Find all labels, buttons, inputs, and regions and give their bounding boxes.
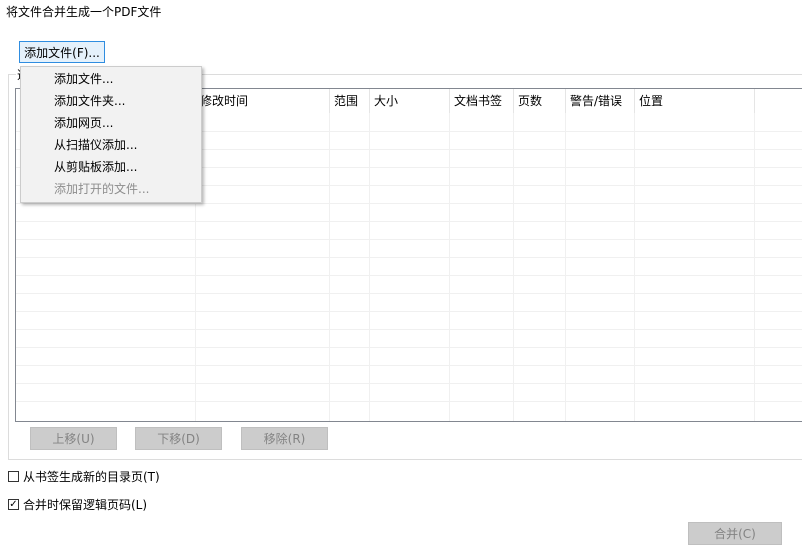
row-gridline	[16, 329, 802, 330]
row-gridline	[16, 365, 802, 366]
column-divider	[634, 113, 635, 421]
row-gridline	[16, 257, 802, 258]
column-divider	[565, 113, 566, 421]
row-gridline	[16, 275, 802, 276]
remove-button[interactable]: 移除(R)	[241, 427, 328, 450]
column-header-modified[interactable]: 修改时间	[196, 89, 330, 113]
menu-item-add-files[interactable]: 添加文件...	[54, 69, 113, 89]
row-gridline	[16, 311, 802, 312]
row-gridline	[16, 401, 802, 402]
checkmark-icon: ✓	[9, 498, 18, 510]
menu-item-add-open-files[interactable]: 添加打开的文件...	[54, 179, 149, 199]
generate-toc-option[interactable]: 从书签生成新的目录页(T)	[8, 468, 160, 485]
add-files-button[interactable]: 添加文件(F)...	[19, 41, 105, 63]
column-header-range[interactable]: 范围	[330, 89, 370, 113]
row-gridline	[16, 347, 802, 348]
add-files-dropdown-menu: 添加文件... 添加文件夹... 添加网页... 从扫描仪添加... 从剪贴板添…	[20, 66, 202, 203]
column-divider	[754, 113, 755, 421]
merge-button[interactable]: 合并(C)	[688, 522, 782, 545]
menu-item-add-folder[interactable]: 添加文件夹...	[54, 91, 125, 111]
generate-toc-checkbox[interactable]	[8, 471, 19, 482]
column-header-size[interactable]: 大小	[370, 89, 450, 113]
move-down-button[interactable]: 下移(D)	[135, 427, 222, 450]
row-gridline	[16, 221, 802, 222]
row-gridline	[16, 203, 802, 204]
menu-item-add-webpage[interactable]: 添加网页...	[54, 113, 113, 133]
column-divider	[329, 113, 330, 421]
row-gridline	[16, 383, 802, 384]
menu-item-add-from-scanner[interactable]: 从扫描仪添加...	[54, 135, 137, 155]
column-header-location[interactable]: 位置	[635, 89, 755, 113]
column-header-pages[interactable]: 页数	[514, 89, 566, 113]
column-divider	[513, 113, 514, 421]
row-gridline	[16, 293, 802, 294]
column-divider	[449, 113, 450, 421]
menu-item-add-from-clipboard[interactable]: 从剪贴板添加...	[54, 157, 137, 177]
column-header-warnings[interactable]: 警告/错误	[566, 89, 635, 113]
keep-page-labels-option[interactable]: ✓ 合并时保留逻辑页码(L)	[8, 496, 147, 513]
generate-toc-label: 从书签生成新的目录页(T)	[23, 470, 160, 484]
column-divider	[369, 113, 370, 421]
keep-page-labels-checkbox[interactable]: ✓	[8, 499, 19, 510]
row-gridline	[16, 239, 802, 240]
window-title: 将文件合并生成一个PDF文件	[6, 5, 162, 19]
column-header-bookmarks[interactable]: 文档书签	[450, 89, 514, 113]
move-up-button[interactable]: 上移(U)	[30, 427, 117, 450]
keep-page-labels-label: 合并时保留逻辑页码(L)	[23, 498, 148, 512]
